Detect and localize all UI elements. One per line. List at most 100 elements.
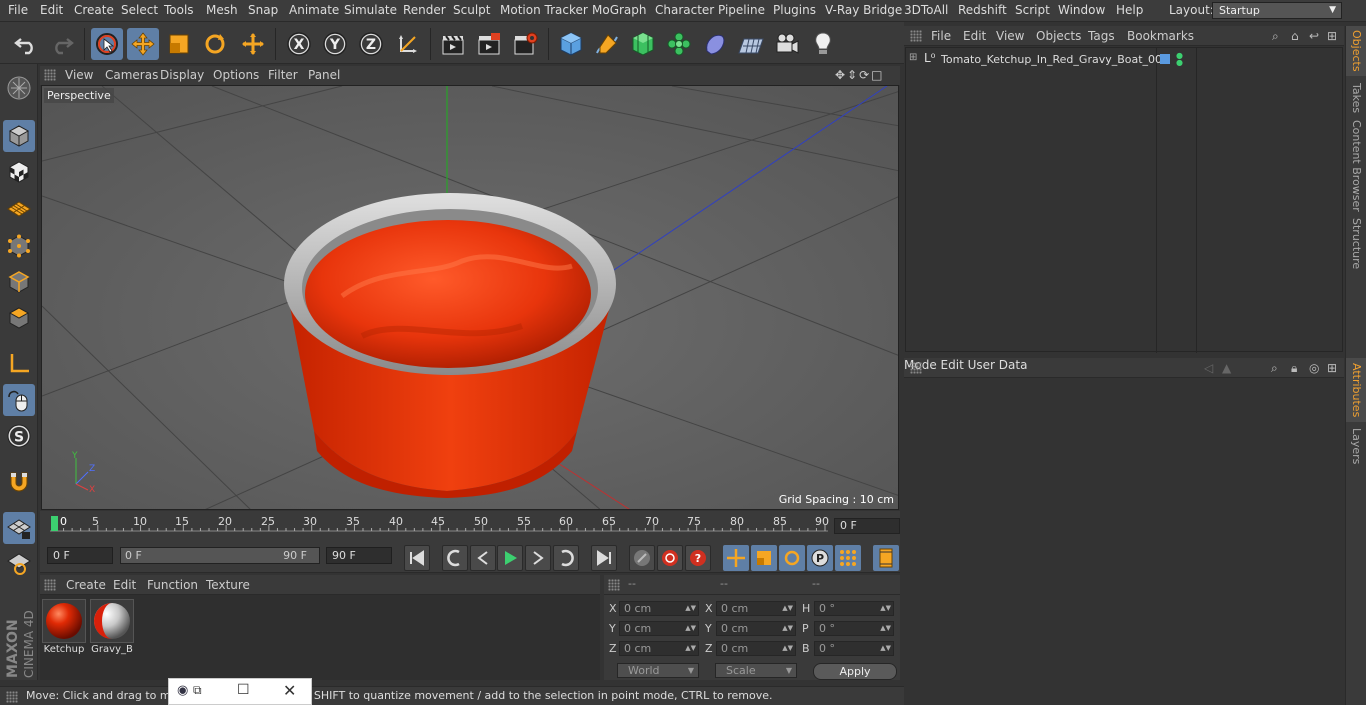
panel-grip[interactable] (910, 362, 922, 374)
menu-script[interactable]: Script (1015, 3, 1050, 17)
menu-character[interactable]: Character (655, 3, 714, 17)
tab-layers[interactable]: Layers (1346, 424, 1366, 468)
gravy-boat-model[interactable] (284, 193, 616, 498)
edges-mode-button[interactable] (3, 266, 35, 298)
menu-redshift[interactable]: Redshift (958, 3, 1007, 17)
axis-mode-button[interactable] (3, 348, 35, 380)
tweak-mode-button[interactable] (3, 384, 35, 416)
subdivision-surface-button[interactable] (627, 28, 659, 60)
playhead[interactable] (51, 516, 58, 531)
floor-button[interactable] (735, 28, 767, 60)
rotate-tool-button[interactable] (199, 28, 231, 60)
target-icon[interactable]: ◎ (1309, 361, 1319, 375)
enable-snap-button[interactable] (3, 466, 35, 498)
perspective-viewport[interactable]: Y Z X Perspective Grid Spacing : 10 cm (41, 85, 899, 510)
keyframe-selection-button[interactable]: ? (685, 545, 711, 571)
deformer-button[interactable] (699, 28, 731, 60)
previous-key-button[interactable] (442, 545, 468, 571)
render-settings-button[interactable] (509, 28, 541, 60)
z-axis-lock-button[interactable]: Z (355, 28, 387, 60)
objects-menu-view[interactable]: View (996, 29, 1024, 43)
cloner-button[interactable] (663, 28, 695, 60)
live-selection-button[interactable] (91, 28, 123, 60)
workplane-lock-button[interactable] (3, 512, 35, 544)
menu-3dtoall[interactable]: 3DToAll (904, 3, 948, 17)
transform-tool-button[interactable] (237, 28, 269, 60)
polygons-mode-button[interactable] (3, 302, 35, 334)
viewport-menu-display[interactable]: Display (160, 68, 204, 82)
size-y-field[interactable]: 0 cm ▲▼ (716, 621, 796, 636)
material-menu-texture[interactable]: Texture (206, 578, 250, 592)
end-frame-field[interactable]: 90 F (326, 547, 392, 564)
tab-content-browser[interactable]: Content Browser (1346, 120, 1366, 212)
size-x-field[interactable]: 0 cm ▲▼ (716, 601, 796, 616)
menu-pipeline[interactable]: Pipeline (718, 3, 765, 17)
menu-tools[interactable]: Tools (164, 3, 194, 17)
menu-file[interactable]: File (8, 3, 28, 17)
position-z-field[interactable]: 0 cm ▲▼ (619, 641, 699, 656)
menu-animate[interactable]: Animate (289, 3, 339, 17)
material-menu-edit[interactable]: Edit (113, 578, 136, 592)
viewport-menu-view[interactable]: View (65, 68, 93, 82)
viewport-menu-options[interactable]: Options (213, 68, 259, 82)
viewport-menu-cameras[interactable]: Cameras (105, 68, 158, 82)
panel-grip[interactable] (910, 30, 922, 42)
material-menu-create[interactable]: Create (66, 578, 106, 592)
material-ketchup[interactable]: Ketchup (42, 599, 86, 657)
panel-grip[interactable] (6, 691, 18, 703)
light-button[interactable] (807, 28, 839, 60)
close-icon[interactable]: ✕ (283, 681, 296, 700)
object-row[interactable]: ⊞ L⁰ Tomato_Ketchup_In_Red_Gravy_Boat_00… (906, 51, 1344, 69)
points-mode-button[interactable] (3, 230, 35, 262)
workplane-mode-button[interactable] (3, 192, 35, 224)
size-z-field[interactable]: 0 cm ▲▼ (716, 641, 796, 656)
menu-window[interactable]: Window (1058, 3, 1105, 17)
maximize-icon[interactable]: ☐ (237, 682, 250, 698)
viewport-nav-icons[interactable]: ✥⇕⟳□ (835, 68, 885, 82)
up-arrow-icon[interactable]: ▲ (1222, 361, 1231, 375)
key-pla-button[interactable] (835, 545, 861, 571)
position-x-field[interactable]: 0 cm ▲▼ (619, 601, 699, 616)
go-to-end-button[interactable] (591, 545, 617, 571)
timeline-ruler[interactable]: 0 5 10 15 20 25 30 35 40 45 50 55 60 65 … (50, 514, 829, 532)
search-icon[interactable]: ⌕ (1272, 29, 1279, 44)
undo-button[interactable] (10, 28, 42, 60)
expand-icon[interactable]: ⊞ (909, 52, 917, 63)
menu-mesh[interactable]: Mesh (206, 3, 238, 17)
add-cube-button[interactable] (555, 28, 587, 60)
restore-icon[interactable]: ⧉ (193, 683, 202, 698)
frame-range-slider[interactable]: 0 F 90 F (120, 547, 320, 564)
viewport-menu-panel[interactable]: Panel (308, 68, 340, 82)
menu-vray-bridge[interactable]: V-Ray Bridge (825, 3, 902, 17)
position-y-field[interactable]: 0 cm ▲▼ (619, 621, 699, 636)
menu-create[interactable]: Create (74, 3, 114, 17)
render-view-button[interactable] (437, 28, 469, 60)
attributes-menu-edit[interactable]: Edit (941, 358, 964, 372)
redo-button[interactable] (46, 28, 78, 60)
rotation-h-field[interactable]: 0 ° ▲▼ (814, 601, 894, 616)
x-axis-lock-button[interactable]: X (283, 28, 315, 60)
menu-motion-tracker[interactable]: Motion Tracker (500, 3, 588, 17)
objects-menu-edit[interactable]: Edit (963, 29, 986, 43)
new-panel-icon[interactable]: ⊞ (1327, 29, 1337, 43)
objects-menu-bookmarks[interactable]: Bookmarks (1127, 29, 1194, 43)
next-key-button[interactable] (553, 545, 579, 571)
current-frame-field[interactable]: 0 F (834, 518, 900, 534)
model-mode-button[interactable] (3, 120, 35, 152)
coordinate-system-dropdown[interactable]: World ▼ (617, 663, 699, 678)
objects-menu-tags[interactable]: Tags (1088, 29, 1115, 43)
size-mode-dropdown[interactable]: Scale ▼ (715, 663, 797, 678)
attributes-menu-user-data[interactable]: User Data (968, 358, 1028, 372)
key-scale-button[interactable] (751, 545, 777, 571)
object-name[interactable]: Tomato_Ketchup_In_Red_Gravy_Boat_001 (941, 53, 1169, 66)
layout-dropdown[interactable]: Startup ▼ (1212, 2, 1342, 19)
apply-button[interactable]: Apply (813, 663, 897, 680)
previous-frame-button[interactable] (470, 545, 496, 571)
key-position-button[interactable] (723, 545, 749, 571)
material-gravy-boat[interactable]: Gravy_B (90, 599, 134, 657)
layer-color-swatch[interactable] (1160, 54, 1170, 64)
menu-help[interactable]: Help (1116, 3, 1143, 17)
tab-structure[interactable]: Structure (1346, 216, 1366, 272)
texture-mode-button[interactable] (3, 156, 35, 188)
menu-mograph[interactable]: MoGraph (592, 3, 647, 17)
